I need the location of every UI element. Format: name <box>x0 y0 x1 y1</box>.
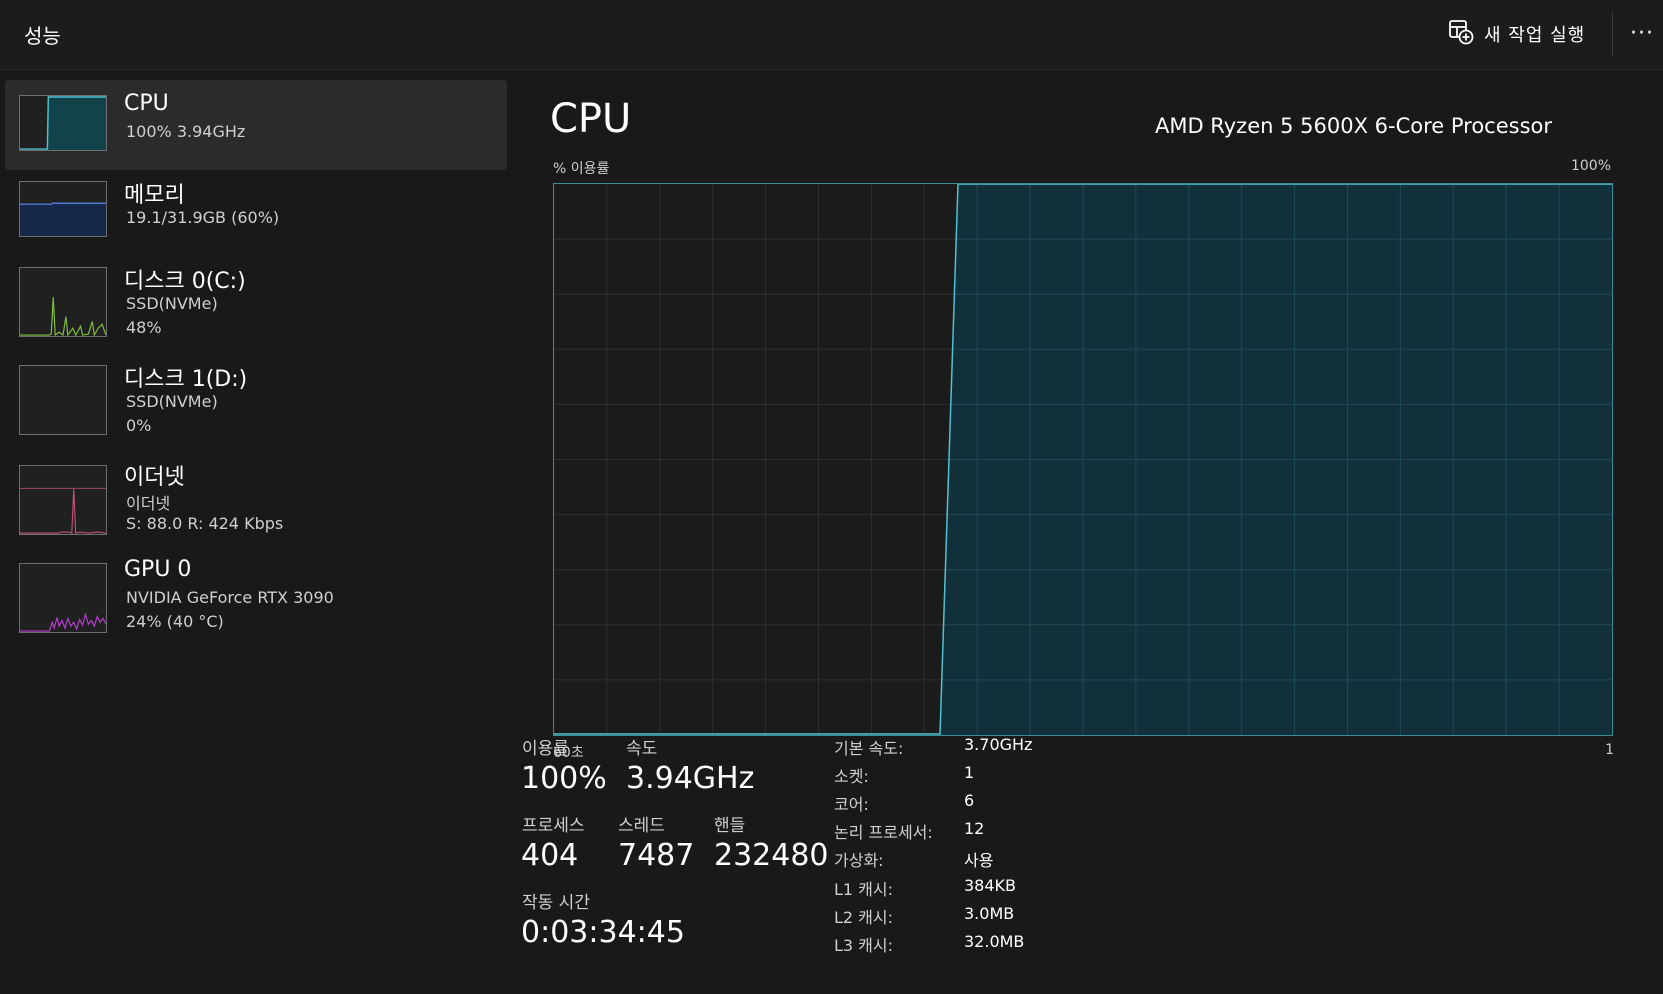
speed-value: 3.94GHz <box>626 761 755 796</box>
cores-label: 코어: <box>834 795 869 814</box>
uptime-label: 작동 시간 <box>522 893 590 913</box>
sidebar-item-usage: 24% (40 °C) <box>126 612 224 631</box>
sidebar-item-detail: 이더넷 <box>126 494 171 513</box>
disk-0-thumbnail <box>19 267 107 337</box>
page-title: 성능 <box>24 24 61 48</box>
l2-cache-value: 3.0MB <box>964 904 1015 923</box>
processor-model: AMD Ryzen 5 5600X 6-Core Processor <box>1154 114 1552 138</box>
utilization-label: 이용률 <box>522 739 569 759</box>
toolbar-divider <box>1612 12 1613 56</box>
graph-y-max-label: 100% <box>1570 158 1611 174</box>
sidebar-item-usage: 48% <box>126 318 162 337</box>
sockets-label: 소켓: <box>834 767 869 786</box>
top-bar: 성능 새 작업 실행 ··· <box>0 0 1663 70</box>
virtualization-label: 가상화: <box>834 851 884 870</box>
graph-x-end-label: 1 <box>1605 742 1614 758</box>
sidebar-item-memory[interactable]: 메모리 19.1/31.9GB (60%) <box>5 166 507 256</box>
sidebar-item-gpu-0[interactable]: GPU 0 NVIDIA GeForce RTX 3090 24% (40 °C… <box>5 546 507 636</box>
sidebar: CPU 100% 3.94GHz 메모리 19.1/31.9GB (60%) 디… <box>0 70 510 994</box>
sidebar-item-usage: S: 88.0 R: 424 Kbps <box>126 514 284 533</box>
cpu-usage-graph <box>553 183 1613 736</box>
l1-cache-label: L1 캐시: <box>834 880 894 899</box>
sidebar-item-usage: 0% <box>126 416 152 435</box>
l1-cache-value: 384KB <box>964 876 1017 895</box>
sidebar-item-ethernet[interactable]: 이더넷 이더넷 S: 88.0 R: 424 Kbps <box>5 448 507 538</box>
thread-label: 스레드 <box>618 816 665 836</box>
new-task-label: 새 작업 실행 <box>1484 25 1586 46</box>
process-value: 404 <box>521 838 579 873</box>
cpu-usage-graph-canvas <box>554 184 1612 735</box>
new-task-button[interactable]: 새 작업 실행 <box>1448 18 1585 50</box>
utilization-value: 100% <box>521 761 607 796</box>
logical-processors-value: 12 <box>964 819 985 838</box>
sidebar-item-title: 디스크 0(C:) <box>124 269 246 294</box>
sidebar-item-detail: SSD(NVMe) <box>126 294 218 313</box>
sidebar-item-detail: 19.1/31.9GB (60%) <box>126 208 280 227</box>
sidebar-item-title: 디스크 1(D:) <box>124 367 248 392</box>
memory-thumbnail <box>19 181 107 237</box>
more-options-button[interactable]: ··· <box>1630 16 1660 52</box>
thread-value: 7487 <box>618 838 695 873</box>
l2-cache-label: L2 캐시: <box>834 908 894 927</box>
gpu-0-thumbnail <box>19 563 107 633</box>
sidebar-item-title: 메모리 <box>124 183 185 208</box>
sidebar-item-title: CPU <box>124 91 169 116</box>
sidebar-item-detail: NVIDIA GeForce RTX 3090 <box>126 588 334 607</box>
speed-label: 속도 <box>626 739 658 759</box>
virtualization-value: 사용 <box>964 851 994 870</box>
sidebar-item-title: 이더넷 <box>124 465 185 490</box>
cores-value: 6 <box>964 791 975 810</box>
cpu-thumbnail <box>19 95 107 151</box>
process-label: 프로세스 <box>522 816 585 836</box>
main-panel: CPU AMD Ryzen 5 5600X 6-Core Processor %… <box>510 70 1663 994</box>
sidebar-item-detail: SSD(NVMe) <box>126 392 218 411</box>
new-task-icon <box>1448 19 1474 49</box>
sidebar-item-detail: 100% 3.94GHz <box>126 122 246 141</box>
sockets-value: 1 <box>964 763 975 782</box>
base-speed-value: 3.70GHz <box>964 735 1033 754</box>
l3-cache-label: L3 캐시: <box>834 936 894 955</box>
logical-processors-label: 논리 프로세서: <box>834 823 933 842</box>
sidebar-item-disk-1[interactable]: 디스크 1(D:) SSD(NVMe) 0% <box>5 350 507 440</box>
uptime-value: 0:03:34:45 <box>521 915 685 950</box>
ethernet-thumbnail <box>19 465 107 535</box>
l3-cache-value: 32.0MB <box>964 932 1025 951</box>
sidebar-item-cpu[interactable]: CPU 100% 3.94GHz <box>5 80 507 170</box>
handle-value: 232480 <box>714 838 829 873</box>
resource-title: CPU <box>550 96 632 142</box>
sidebar-item-disk-0[interactable]: 디스크 0(C:) SSD(NVMe) 48% <box>5 252 507 342</box>
graph-y-label: % 이용률 <box>553 161 610 177</box>
sidebar-item-title: GPU 0 <box>124 557 192 582</box>
disk-1-thumbnail <box>19 365 107 435</box>
handle-label: 핸들 <box>714 816 746 836</box>
base-speed-label: 기본 속도: <box>834 739 904 758</box>
